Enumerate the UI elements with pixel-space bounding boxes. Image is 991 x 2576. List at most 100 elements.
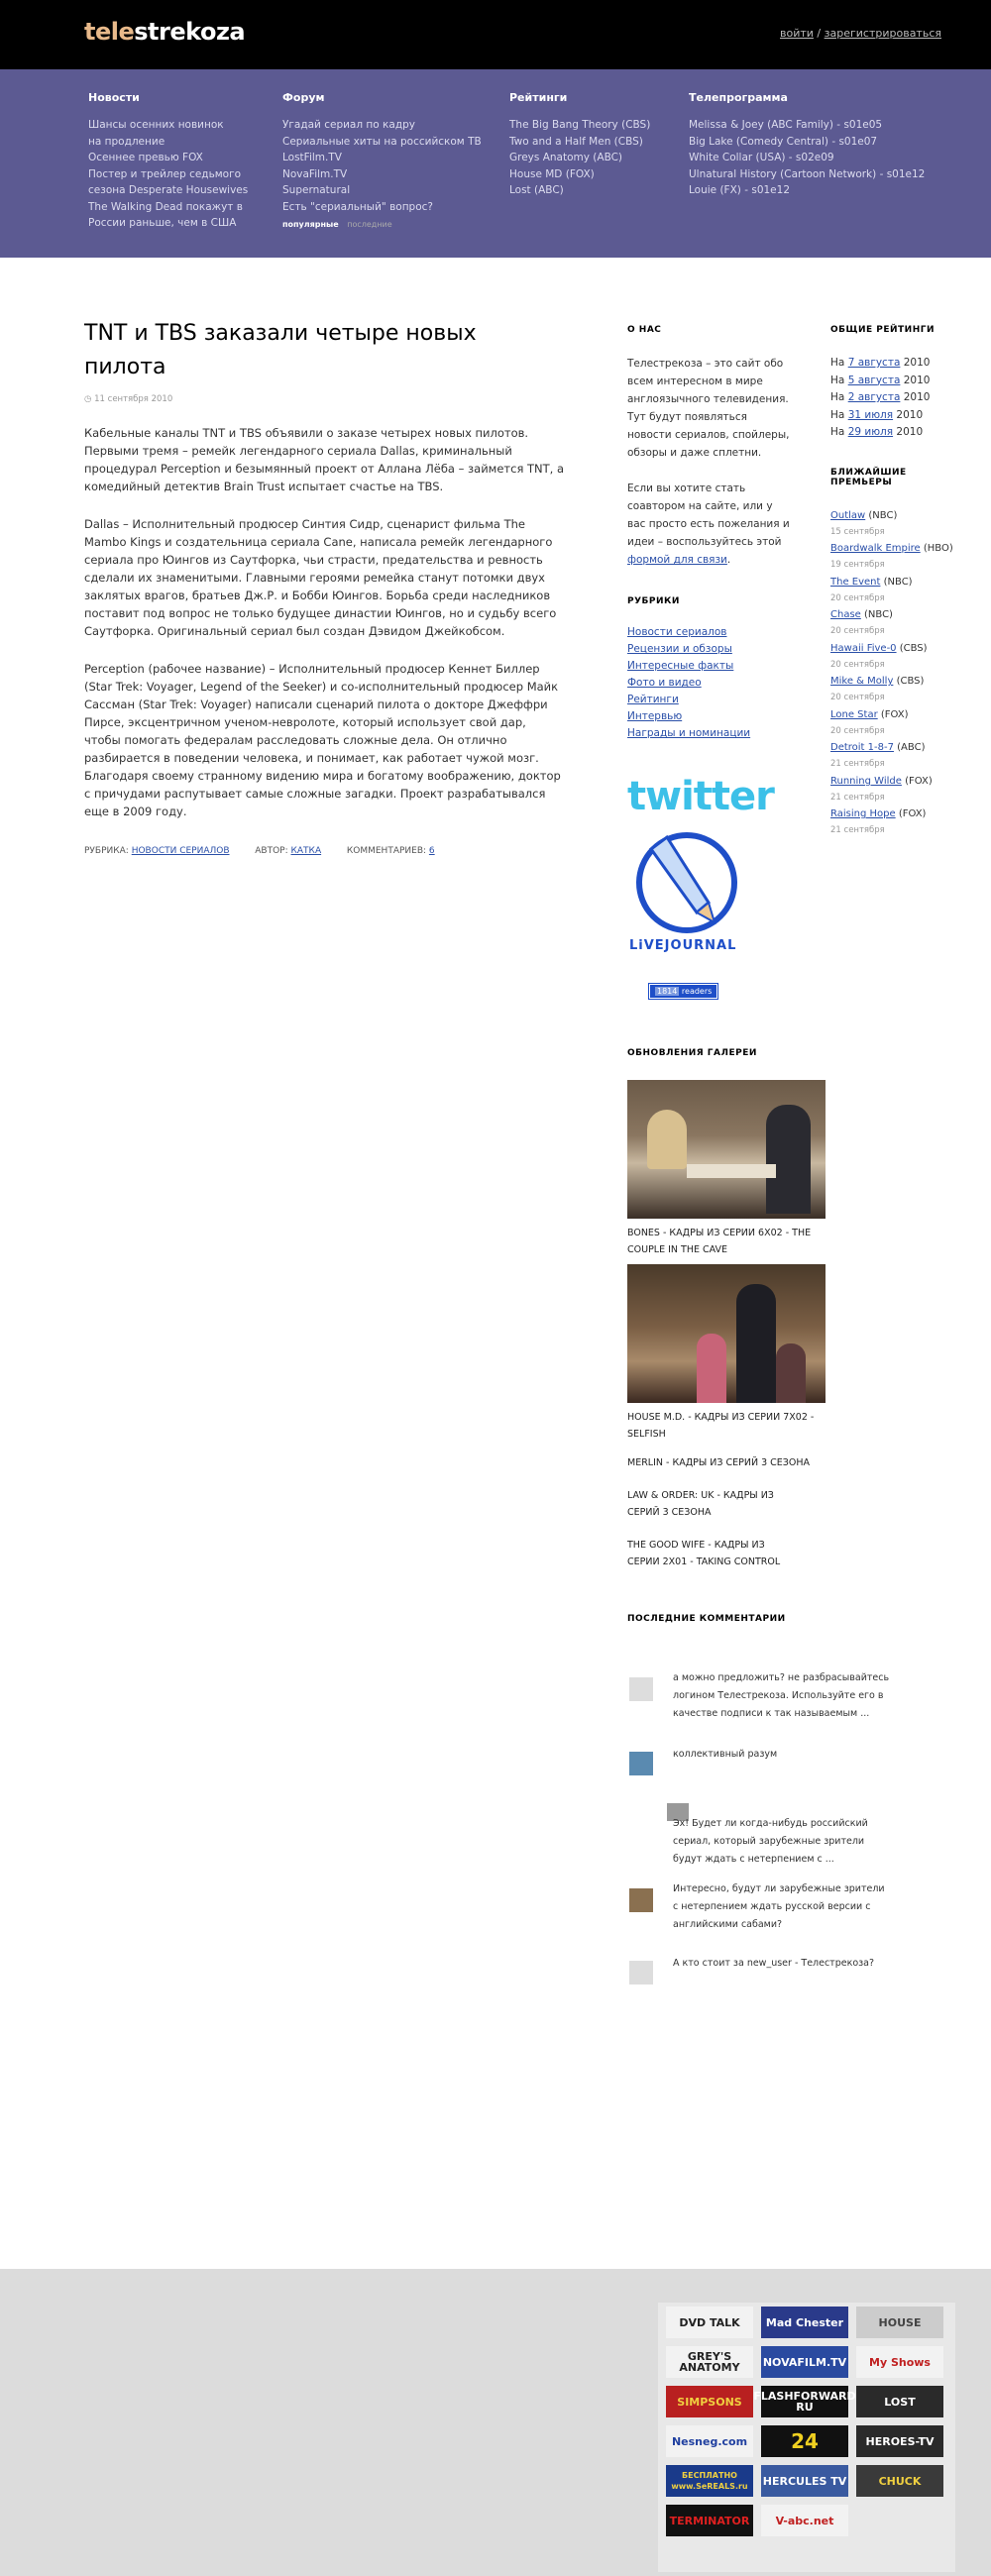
partner-badge[interactable]: My Shows (856, 2346, 943, 2378)
premiere-link[interactable]: Running Wilde (830, 776, 902, 787)
rating-date-link[interactable]: 2 августа (848, 391, 901, 403)
register-link[interactable]: зарегистрироваться (825, 27, 941, 40)
premiere-item: Outlaw (NBC) (830, 509, 898, 521)
rating-item[interactable]: Greys Anatomy (ABC) (509, 150, 688, 166)
partner-badge[interactable]: SIMPSONS (666, 2386, 753, 2417)
premiere-link[interactable]: Detroit 1-8-7 (830, 742, 894, 753)
partner-badge[interactable]: CHUCK (856, 2465, 943, 2497)
nav-tv-title: Телепрограмма (689, 91, 788, 104)
rubric-item[interactable]: Интересные факты (627, 658, 835, 675)
comment-item[interactable]: коллективный разум (627, 1746, 905, 1775)
rubric-item[interactable]: Новости сериалов (627, 624, 835, 641)
rating-date-link[interactable]: 31 июля (848, 409, 893, 421)
gallery-caption[interactable]: HOUSE M.D. - КАДРЫ ИЗ СЕРИИ 7X02 - SELFI… (627, 1409, 816, 1443)
twitter-logo[interactable]: twitter (627, 774, 835, 823)
premiere-link[interactable]: Chase (830, 609, 861, 620)
contact-form-link[interactable]: формой для связи (627, 554, 727, 566)
news-item[interactable]: на продление (88, 134, 267, 151)
partner-badge[interactable]: NOVAFILM.TV (761, 2346, 848, 2378)
rubric-item[interactable]: Награды и номинации (627, 725, 835, 742)
forum-item[interactable]: Есть "сериальный" вопрос? (282, 199, 491, 216)
rubric-item[interactable]: Рейтинги (627, 692, 835, 708)
tab-recent[interactable]: последние (347, 220, 391, 229)
rating-item[interactable]: The Big Bang Theory (CBS) (509, 117, 688, 134)
tv-item[interactable]: White Collar (USA) - s02e09 (689, 150, 927, 166)
comments-count-link[interactable]: 6 (429, 846, 435, 856)
rating-date-link[interactable]: 7 августа (848, 357, 901, 369)
comment-item[interactable]: Эх! Будет ли когда-нибудь российский сер… (627, 1803, 905, 1873)
gallery-photo[interactable] (627, 1264, 826, 1403)
comment-item[interactable]: а можно предложить? не разбрасывайтесь л… (627, 1669, 905, 1719)
premiere-link[interactable]: The Event (830, 577, 880, 588)
gallery-caption[interactable]: BONES - КАДРЫ ИЗ СЕРИИ 6X02 - THE COUPLE… (627, 1225, 816, 1258)
premiere-link[interactable]: Hawaii Five-0 (830, 643, 897, 654)
gallery-photo[interactable] (627, 1080, 826, 1219)
news-item[interactable]: сезона Desperate Housewives (88, 182, 267, 199)
news-item[interactable]: Шансы осенних новинок (88, 117, 267, 134)
partner-badge[interactable]: FLASHFORWARD RU (753, 2386, 856, 2417)
comment-text: А кто стоит за new_user - Телестрекоза? (673, 1958, 875, 1969)
partner-badge[interactable]: HEROES-TV (856, 2425, 943, 2457)
sidebar-col2: ОБЩИЕ РЕЙТИНГИ На 7 августа 2010 На 5 ав… (830, 325, 969, 839)
gallery-caption[interactable]: MERLIN - КАДРЫ ИЗ СЕРИЙ 3 СЕЗОНА (627, 1454, 826, 1471)
rating-date-link[interactable]: 5 августа (848, 375, 901, 386)
forum-item[interactable]: NovaFilm.TV (282, 166, 491, 183)
rubric-item[interactable]: Фото и видео (627, 675, 835, 692)
forum-item[interactable]: LostFilm.TV (282, 150, 491, 166)
gallery-caption[interactable]: LAW & ORDER: UK - КАДРЫ ИЗ СЕРИЙ 3 СЕЗОН… (627, 1487, 796, 1521)
tv-item[interactable]: Big Lake (Comedy Central) - s01e07 (689, 134, 927, 151)
comment-item[interactable]: Интересно, будут ли зарубежные зрители с… (627, 1880, 905, 1930)
rating-date-link[interactable]: 29 июля (848, 426, 893, 438)
login-link[interactable]: войти (780, 27, 814, 40)
rubric-link[interactable]: НОВОСТИ СЕРИАЛОВ (132, 846, 230, 856)
tv-item[interactable]: Louie (FX) - s01e12 (689, 182, 927, 199)
rating-row: На 5 августа 2010 (830, 374, 931, 386)
partner-badge[interactable]: Nesneg.com (666, 2425, 753, 2457)
partner-badge[interactable]: HOUSE (856, 2307, 943, 2338)
forum-item[interactable]: Сериальные хиты на российском ТВ (282, 134, 491, 151)
premiere-link[interactable]: Lone Star (830, 709, 878, 720)
forum-item[interactable]: Supernatural (282, 182, 491, 199)
tv-item[interactable]: Ulnatural History (Cartoon Network) - s0… (689, 166, 927, 183)
rubric-item[interactable]: Рецензии и обзоры (627, 641, 835, 658)
tv-item[interactable]: Melissa & Joey (ABC Family) - s01e05 (689, 117, 927, 134)
readers-badge[interactable]: 1814 readers (627, 983, 835, 1000)
partner-badge[interactable]: LOST (856, 2386, 943, 2417)
news-item[interactable]: Постер и трейлер седьмого (88, 166, 267, 183)
premiere-link[interactable]: Outlaw (830, 510, 865, 521)
rating-item[interactable]: Lost (ABC) (509, 182, 688, 199)
partner-badge[interactable]: Mad Chester (761, 2307, 848, 2338)
partner-badge[interactable]: БЕСПЛАТНО www.SeREALS.ru (666, 2465, 753, 2497)
site-logo[interactable]: telestrekoza (84, 18, 246, 46)
ratings-col-title: ОБЩИЕ РЕЙТИНГИ (830, 325, 936, 335)
partner-badge[interactable]: V-abc.net (761, 2505, 848, 2536)
partner-badge[interactable]: DVD TALK (666, 2307, 753, 2338)
premiere-link[interactable]: Boardwalk Empire (830, 543, 921, 554)
forum-item[interactable]: Угадай сериал по кадру (282, 117, 491, 134)
news-item[interactable]: России раньше, чем в США (88, 215, 267, 232)
author-link[interactable]: КАТКА (291, 846, 322, 856)
premiere-item: Lone Star (FOX) (830, 708, 909, 720)
partner-badge[interactable]: HERCULES TV (761, 2465, 848, 2497)
nav-news: Новости Шансы осенних новинок на продлен… (88, 91, 267, 232)
rating-item[interactable]: Two and a Half Men (CBS) (509, 134, 688, 151)
nav-forum: Форум Угадай сериал по кадру Сериальные … (282, 91, 491, 229)
rating-item[interactable]: House MD (FOX) (509, 166, 688, 183)
premiere-date: 20 сентября (830, 659, 885, 670)
article-date: ◷ 11 сентября 2010 (84, 394, 173, 404)
about-title: О НАС (627, 325, 662, 335)
news-item[interactable]: The Walking Dead покажут в (88, 199, 267, 216)
partner-badge[interactable]: TERMINATOR (666, 2505, 753, 2536)
gallery-caption[interactable]: THE GOOD WIFE - КАДРЫ ИЗ СЕРИИ 2X01 - TA… (627, 1537, 796, 1570)
partner-badge[interactable]: GREY'S ANATOMY (666, 2346, 753, 2378)
premiere-link[interactable]: Raising Hope (830, 808, 896, 819)
partner-badge[interactable]: 24 (761, 2425, 848, 2457)
avatar (629, 1677, 653, 1701)
premiere-link[interactable]: Mike & Molly (830, 676, 893, 687)
tab-popular[interactable]: популярные (282, 220, 339, 229)
premiere-item: Hawaii Five-0 (CBS) (830, 642, 928, 654)
livejournal-logo[interactable]: LiVEJOURNAL (627, 831, 835, 960)
news-item[interactable]: Осеннее превью FOX (88, 150, 267, 166)
rubric-item[interactable]: Интервью (627, 708, 835, 725)
comment-item[interactable]: А кто стоит за new_user - Телестрекоза? (627, 1955, 905, 1985)
